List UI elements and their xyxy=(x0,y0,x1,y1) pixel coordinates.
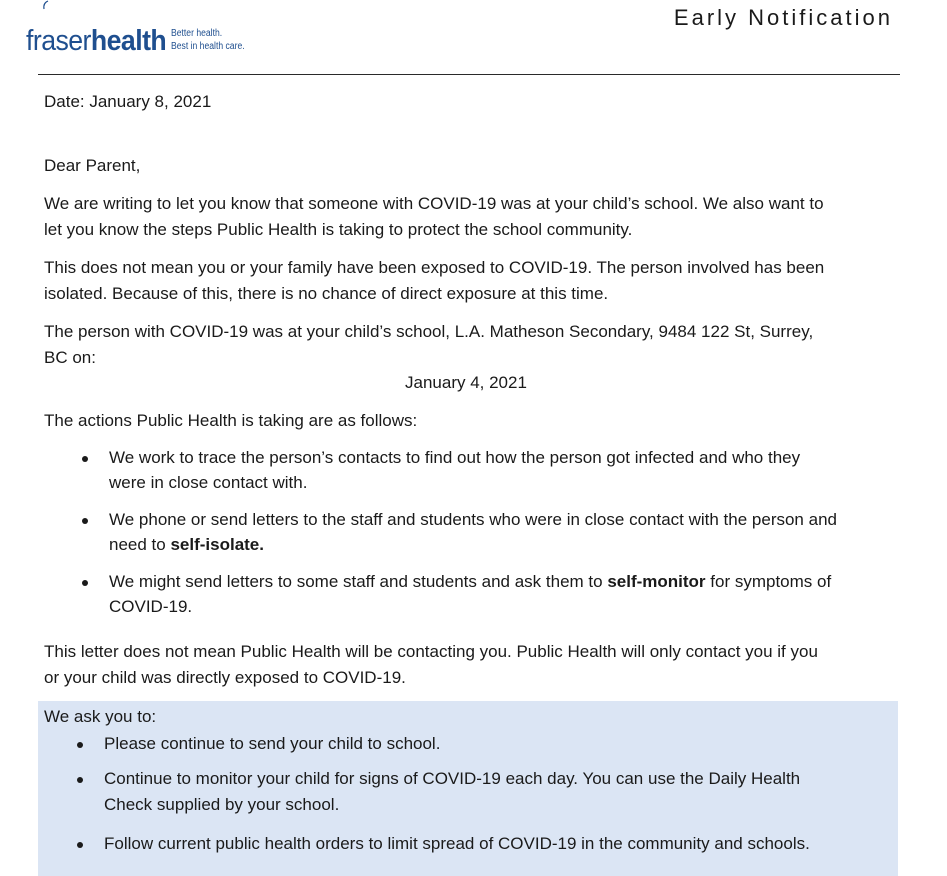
action-2-line-2: need to self-isolate. xyxy=(109,532,264,558)
requests-intro: We ask you to: xyxy=(44,707,157,726)
action-3-line-1-suffix: for symptoms of xyxy=(705,572,832,591)
bullet-icon xyxy=(82,580,88,586)
paragraph-4-line-1: This letter does not mean Public Health … xyxy=(44,642,818,661)
action-1-line-1: We work to trace the person’s contacts t… xyxy=(109,448,801,467)
request-3-line-1: Follow current public health orders to l… xyxy=(104,834,810,853)
paragraph-2-line-2: isolated. Because of this, there is no c… xyxy=(44,284,609,303)
logo-wordmark: fraserhealth xyxy=(26,24,167,58)
action-1-line-2: were in close contact with. xyxy=(109,473,308,492)
document-title: Early Notification xyxy=(673,5,893,30)
paragraph-3-line-2: BC on: xyxy=(44,348,96,367)
logo-word-fraser: fraser xyxy=(26,25,91,57)
letter-page: fraserhealth Better health. Best in heal… xyxy=(0,0,947,876)
bullet-icon xyxy=(77,742,83,748)
paragraph-2-line-1: This does not mean you or your family ha… xyxy=(44,258,825,277)
header-divider xyxy=(38,74,900,75)
self-monitor-emphasis: self-monitor xyxy=(607,572,706,591)
tagline-line-1: Better health. xyxy=(171,28,223,39)
exposure-date: January 4, 2021 xyxy=(405,373,527,392)
paragraph-3-line-1: The person with COVID-19 was at your chi… xyxy=(44,322,814,341)
action-3-line-1: We might send letters to some staff and … xyxy=(109,569,831,595)
request-2-line-1: Continue to monitor your child for signs… xyxy=(104,769,801,788)
salutation: Dear Parent, xyxy=(44,156,141,175)
action-2-line-2-prefix: need to xyxy=(109,535,171,554)
actions-intro: The actions Public Health is taking are … xyxy=(44,411,418,430)
bullet-icon xyxy=(82,518,88,524)
bullet-icon xyxy=(77,842,83,848)
bullet-icon xyxy=(77,777,83,783)
action-3-line-2: COVID-19. xyxy=(109,597,193,616)
bullet-icon xyxy=(82,456,88,462)
action-2-line-1: We phone or send letters to the staff an… xyxy=(109,510,837,529)
letter-date: Date: January 8, 2021 xyxy=(44,92,212,111)
paragraph-4-line-2: or your child was directly exposed to CO… xyxy=(44,668,406,687)
action-3-line-1-prefix: We might send letters to some staff and … xyxy=(109,572,608,591)
tagline-line-2: Best in health care. xyxy=(171,41,245,52)
request-1-line-1: Please continue to send your child to sc… xyxy=(104,734,441,753)
request-2-line-2: Check supplied by your school. xyxy=(104,795,340,814)
paragraph-1-line-2: let you know the steps Public Health is … xyxy=(44,220,633,239)
self-isolate-emphasis: self-isolate. xyxy=(170,535,264,554)
fraserhealth-logo: fraserhealth Better health. Best in heal… xyxy=(26,24,245,58)
paragraph-1-line-1: We are writing to let you know that some… xyxy=(44,194,824,213)
logo-word-health: health xyxy=(90,25,167,57)
logo-swoosh-icon xyxy=(43,0,49,10)
logo-tagline: Better health. Best in health care. xyxy=(171,27,245,53)
